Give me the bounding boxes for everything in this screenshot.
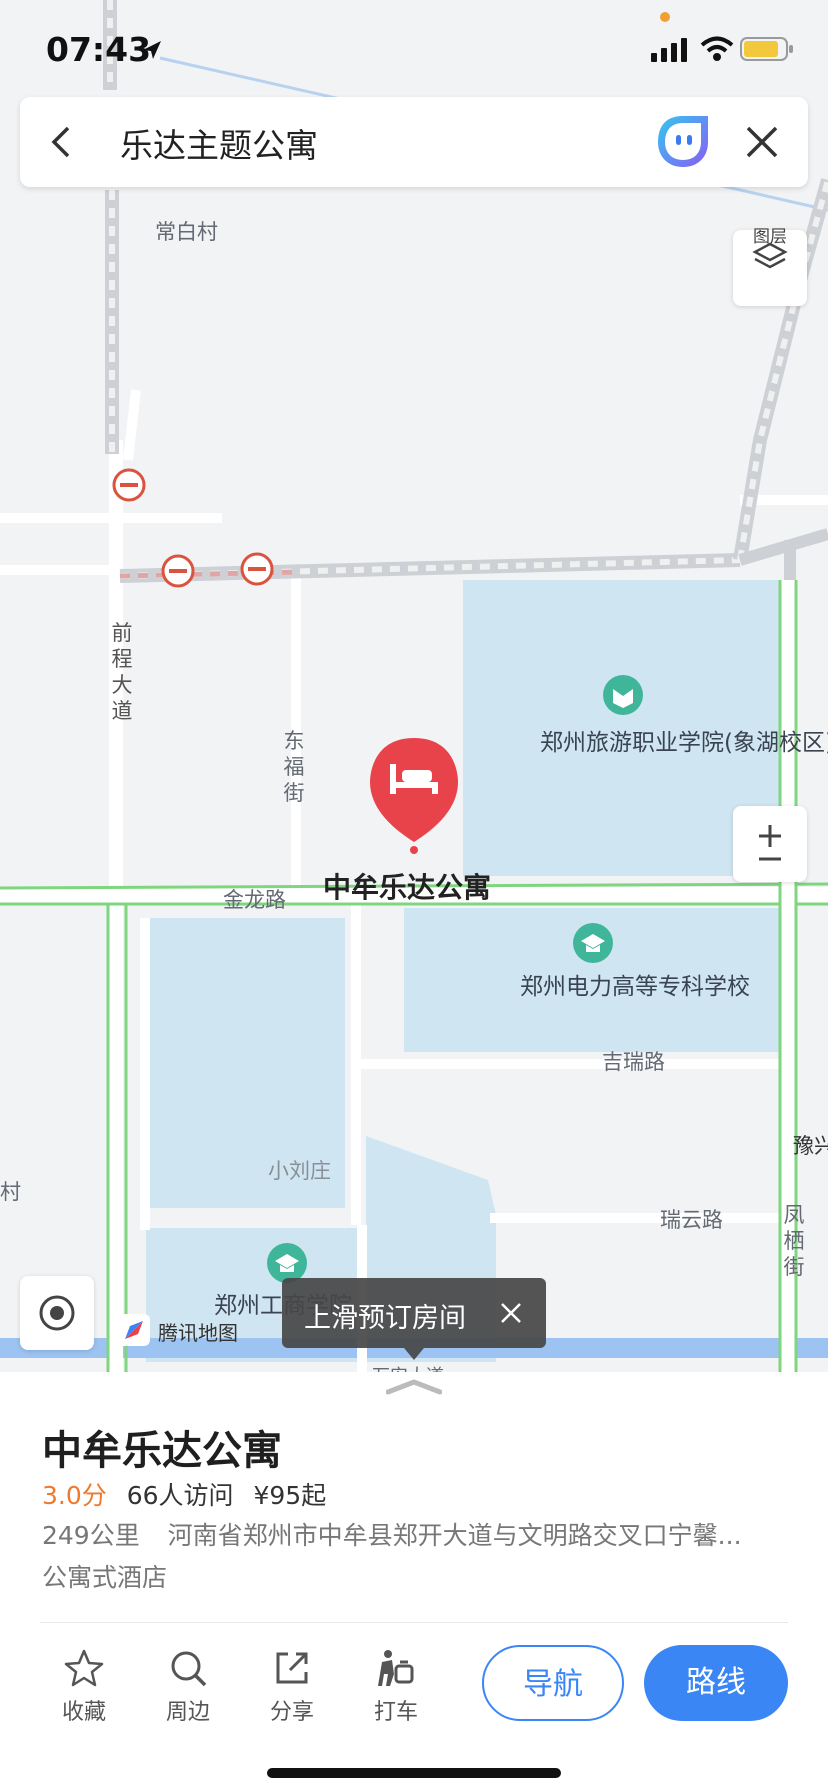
map-label-road: 吉瑞路 xyxy=(602,1050,665,1074)
place-address-line: 249公里 河南省郑州市中牟县郑开大道与文明路交叉口宁馨... xyxy=(42,1516,792,1552)
school-icon xyxy=(267,1243,307,1283)
status-bar: 07:43 xyxy=(0,0,828,92)
toast-text: 上滑预订房间 xyxy=(304,1303,466,1334)
place-detail-sheet[interactable]: 中牟乐达公寓 3.0分 66人访问 ¥95起 249公里 河南省郑州市中牟县郑开… xyxy=(0,1372,828,1792)
price: ¥95起 xyxy=(253,1481,327,1510)
place-meta: 3.0分 66人访问 ¥95起 xyxy=(42,1476,326,1512)
school-icon xyxy=(603,675,643,715)
address: 河南省郑州市中牟县郑开大道与文明路交叉口宁馨... xyxy=(167,1521,742,1550)
share-button[interactable]: 分享 xyxy=(252,1648,332,1726)
location-arrow-icon xyxy=(143,41,161,59)
locate-icon xyxy=(39,1295,75,1331)
map-label-road: 瑞云路 xyxy=(660,1208,723,1232)
layers-icon xyxy=(752,242,788,269)
place-name: 中牟乐达公寓 xyxy=(42,1428,282,1474)
visit-count: 66人访问 xyxy=(126,1481,234,1510)
toast-book-room[interactable]: 上滑预订房间 xyxy=(282,1278,546,1348)
map-label-road: 豫兴 xyxy=(793,1134,828,1158)
zoom-button[interactable] xyxy=(733,806,807,882)
chevron-up-icon[interactable] xyxy=(386,1378,442,1396)
back-arrow-icon[interactable] xyxy=(42,122,82,162)
map-poi-label[interactable]: 郑州旅游职业学院(象湖校区) xyxy=(540,730,828,757)
map-label-road: 前程大道 xyxy=(111,621,133,723)
locate-button[interactable] xyxy=(20,1276,94,1350)
search-input[interactable]: 乐达主题公寓 xyxy=(120,119,318,167)
home-indicator[interactable] xyxy=(267,1768,561,1778)
signal-icon xyxy=(651,38,687,62)
close-icon[interactable] xyxy=(496,1298,526,1328)
close-icon[interactable] xyxy=(742,122,782,162)
search-icon xyxy=(171,1651,207,1687)
divider xyxy=(40,1622,788,1623)
map-label-village: 村 xyxy=(0,1180,21,1204)
wifi-icon xyxy=(700,36,734,61)
status-time: 07:43 xyxy=(46,30,152,69)
compass-icon xyxy=(118,1314,150,1346)
map-label-road: 东福街 xyxy=(283,729,305,805)
school-icon xyxy=(573,923,613,963)
taxi-button[interactable]: 打车 xyxy=(356,1648,436,1726)
share-label: 分享 xyxy=(269,1700,314,1725)
layers-button[interactable]: 图层 xyxy=(733,227,807,306)
route-button[interactable]: 路线 xyxy=(644,1645,788,1721)
place-category: 公寓式酒店 xyxy=(42,1563,168,1592)
recording-dot-icon xyxy=(660,12,670,22)
brand-label: 腾讯地图 xyxy=(158,1321,238,1345)
nearby-label: 周边 xyxy=(165,1700,210,1725)
navigate-button[interactable]: 导航 xyxy=(482,1645,624,1721)
search-bar[interactable]: 乐达主题公寓 xyxy=(20,97,808,187)
battery-icon xyxy=(740,37,793,61)
hotel-marker-icon[interactable] xyxy=(370,738,458,854)
map-label-village: 小刘庄 xyxy=(268,1159,331,1183)
nearby-button[interactable]: 周边 xyxy=(148,1648,228,1726)
no-entry-icon xyxy=(112,468,146,502)
map-label-village: 常白村 xyxy=(155,220,218,244)
zoom-icon xyxy=(759,825,781,861)
selected-place-label[interactable]: 中牟乐达公寓 xyxy=(323,866,491,906)
no-entry-icon xyxy=(240,552,274,586)
toast-pointer xyxy=(404,1348,424,1360)
map-label-road: 凤栖街 xyxy=(783,1203,805,1279)
taxi-label: 打车 xyxy=(373,1700,418,1725)
distance: 249公里 xyxy=(42,1521,140,1550)
star-icon xyxy=(64,1649,104,1687)
share-icon xyxy=(276,1652,308,1684)
rating: 3.0分 xyxy=(42,1481,107,1510)
map-label-road: 万安大道 xyxy=(372,1362,444,1372)
map-view[interactable]: 常白村 前程大道 东福街 金龙路 吉瑞路 瑞云路 凤栖街 豫兴 小刘庄 村 郑州… xyxy=(0,0,828,1372)
favorite-label: 收藏 xyxy=(61,1700,106,1725)
favorite-button[interactable]: 收藏 xyxy=(44,1648,124,1726)
taxi-icon xyxy=(378,1650,414,1686)
no-entry-icon xyxy=(161,554,195,588)
map-poi-label[interactable]: 郑州电力高等专科学校 xyxy=(520,974,750,1001)
assistant-icon[interactable] xyxy=(654,113,712,171)
map-label-road: 金龙路 xyxy=(223,888,286,912)
